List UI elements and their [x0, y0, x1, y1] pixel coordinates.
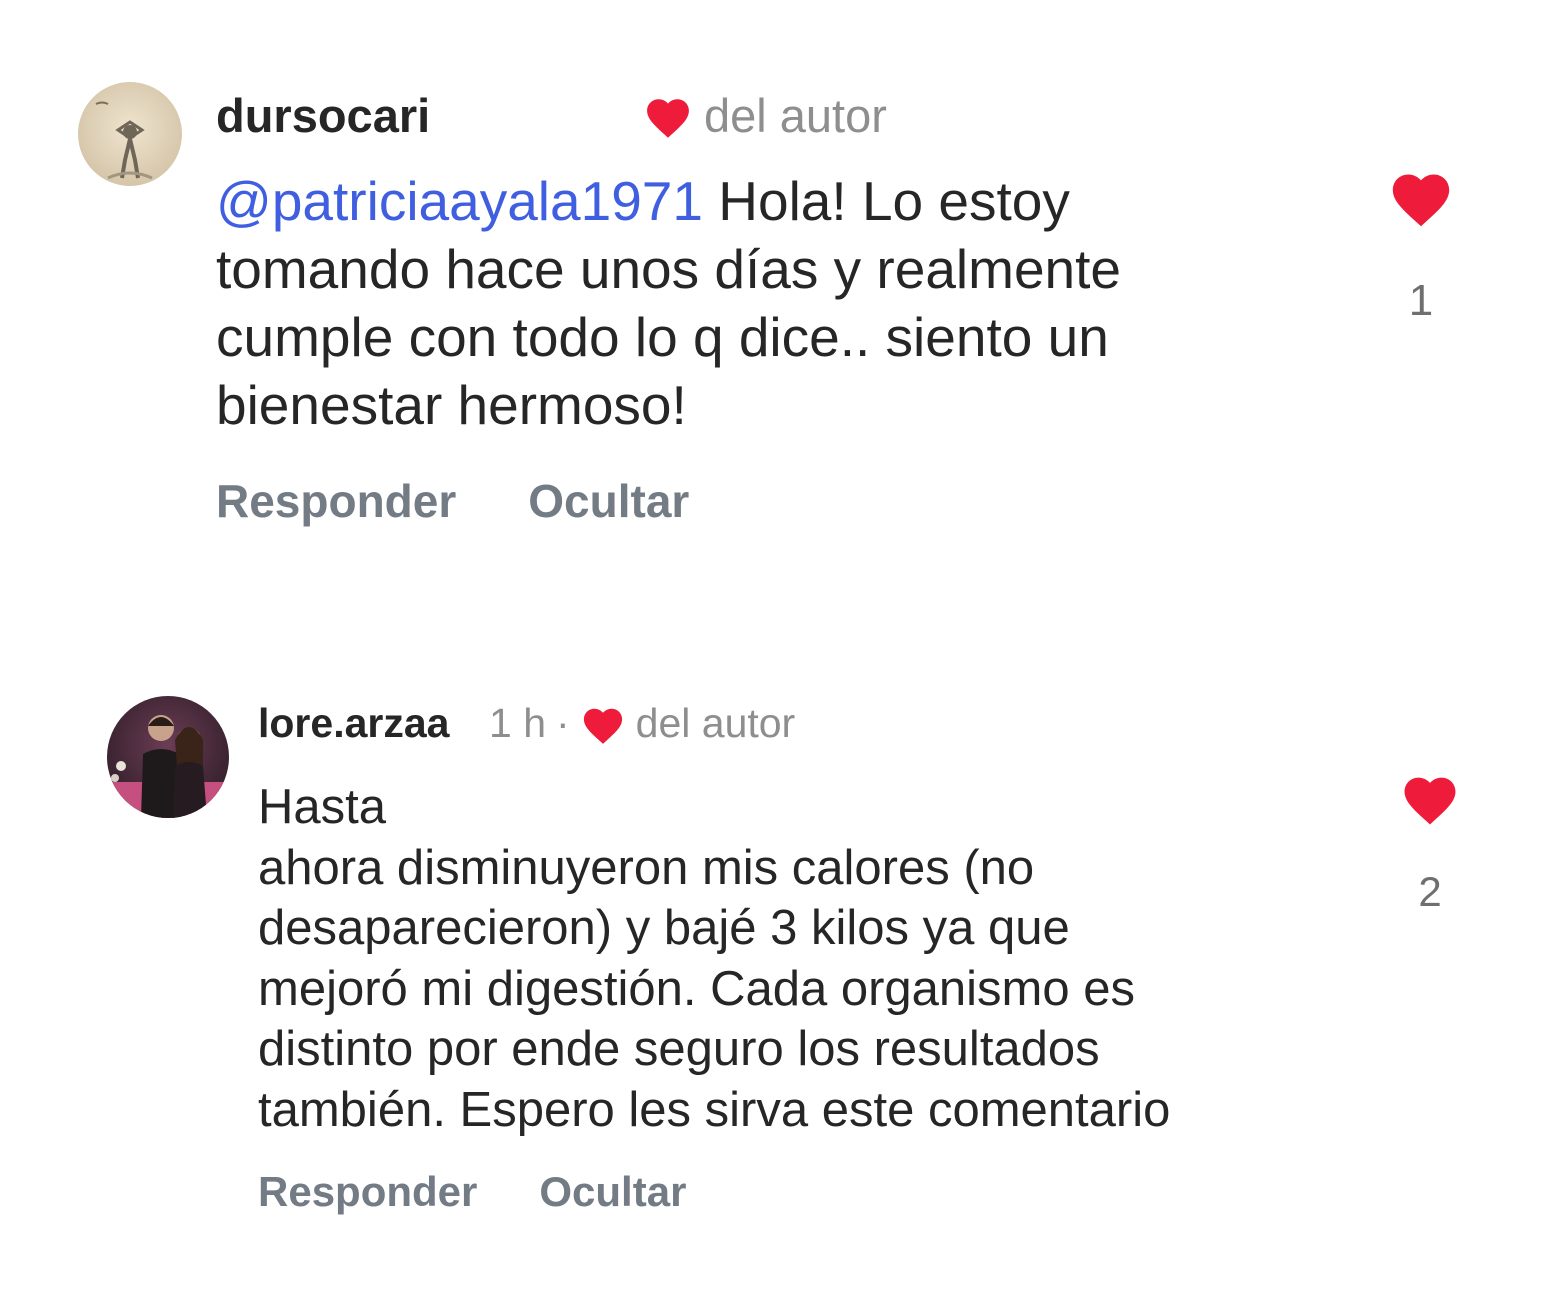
hide-button[interactable]: Ocultar	[528, 474, 689, 528]
heart-icon[interactable]	[1386, 166, 1456, 228]
username[interactable]: lore.arzaa	[258, 700, 449, 747]
avatar-image	[78, 82, 182, 186]
author-like-label: del autor	[704, 89, 887, 142]
comment-text: Hasta ahora disminuyeron mis calores (no d…	[258, 777, 1378, 1140]
author-like-label: del autor	[635, 700, 796, 746]
like-count: 1	[1408, 276, 1434, 325]
comment-text-line: Hola! Lo estoy	[702, 170, 1070, 232]
comment-actions: Responder Ocultar	[258, 1168, 686, 1216]
timestamp: 1 h	[489, 700, 546, 746]
hide-button[interactable]: Ocultar	[539, 1168, 686, 1216]
comment-text-line: tomando hace unos días y realmente	[216, 238, 1122, 300]
comment-text-line: también. Espero les sirva este comentari…	[258, 1082, 1171, 1137]
comment-text-line: cumple con todo lo q dice.. siento un	[216, 306, 1109, 368]
comment-meta: 1 h · del autor	[489, 700, 795, 747]
mention-link[interactable]: @patriciaayala1971	[216, 170, 703, 232]
comment-text-line: Hasta	[258, 780, 387, 834]
comment-text-line: bienestar hermoso!	[216, 374, 687, 436]
separator: ·	[556, 700, 570, 746]
author-like-meta: del autor	[642, 88, 887, 143]
avatar[interactable]	[107, 696, 229, 818]
avatar[interactable]	[78, 82, 182, 186]
reply-button[interactable]: Responder	[216, 474, 456, 528]
comment-actions: Responder Ocultar	[216, 474, 689, 528]
like-column: 2	[1398, 770, 1462, 916]
avatar-image	[107, 696, 229, 818]
comment-text-line: ahora disminuyeron mis calores (no	[258, 840, 1035, 895]
reply-button[interactable]: Responder	[258, 1168, 477, 1216]
comment-text-line: distinto por ende seguro los resultados	[258, 1022, 1100, 1076]
like-count: 2	[1418, 868, 1442, 915]
comment-text-line: desaparecieron) y bajé 3 kilos ya que	[258, 901, 1070, 955]
heart-icon	[642, 93, 694, 139]
like-column: 1	[1386, 166, 1456, 326]
comment-text-line: mejoró mi digestión. Cada organismo es	[258, 961, 1135, 1016]
heart-icon[interactable]	[1398, 770, 1462, 826]
comment-text: @patriciaayala1971 Hola! Lo estoy tomando…	[216, 167, 1326, 439]
heart-icon	[580, 703, 626, 745]
username[interactable]: dursocari	[216, 88, 430, 143]
